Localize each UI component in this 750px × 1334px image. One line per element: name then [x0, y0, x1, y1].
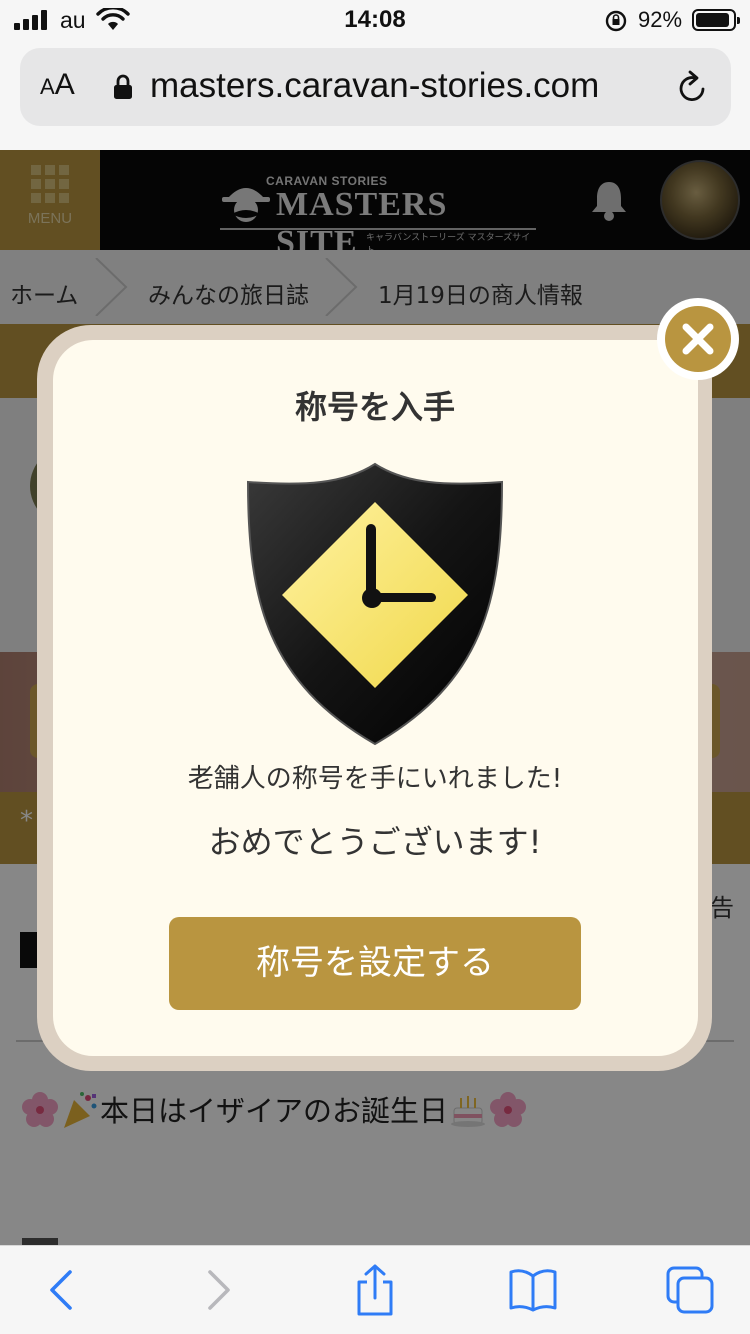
lock-icon — [114, 74, 132, 99]
close-button-face — [665, 306, 731, 372]
orientation-lock-icon — [605, 10, 627, 32]
close-icon — [682, 323, 714, 355]
modal-congrats: おめでとうございます! — [208, 823, 542, 861]
title-badge-icon — [246, 462, 504, 746]
modal-close-button[interactable] — [657, 298, 739, 380]
status-bar: au 14:08 92% — [0, 0, 750, 40]
modal-title: 称号を入手 — [294, 388, 455, 426]
set-title-button[interactable]: 称号を設定する — [169, 917, 581, 1010]
battery-icon — [692, 9, 740, 31]
modal-message: 老舗人の称号を手にいれました! — [187, 764, 563, 794]
share-icon[interactable] — [345, 1264, 405, 1316]
browser-top-bar: AA masters.caravan-stories.com — [0, 40, 750, 150]
bookmarks-icon[interactable] — [503, 1264, 563, 1316]
browser-toolbar — [0, 1245, 750, 1334]
back-icon[interactable] — [32, 1264, 92, 1316]
reload-icon[interactable] — [676, 70, 710, 106]
tabs-icon[interactable] — [660, 1264, 720, 1316]
battery-percent: 92% — [638, 7, 683, 32]
forward-icon[interactable] — [188, 1264, 248, 1316]
text-size-button[interactable]: AA — [40, 68, 75, 102]
url-text[interactable]: masters.caravan-stories.com — [150, 66, 599, 106]
address-bar[interactable]: AA masters.caravan-stories.com — [20, 48, 731, 126]
